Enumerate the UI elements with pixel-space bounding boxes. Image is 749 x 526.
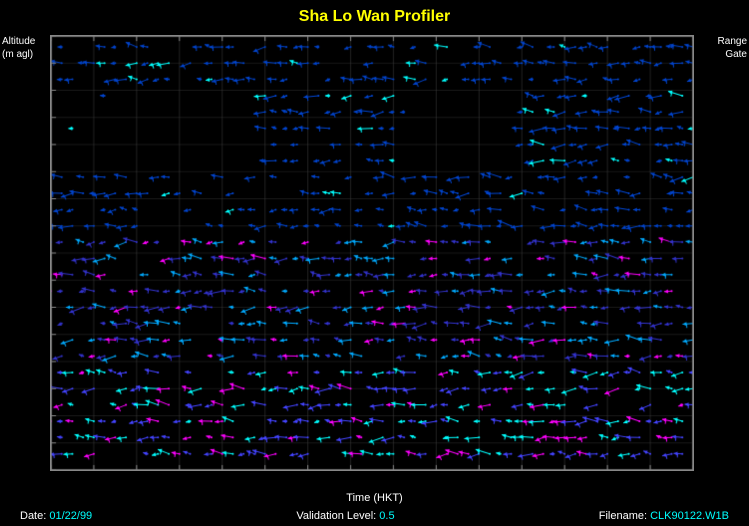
x-axis-title: Time (HKT) bbox=[0, 492, 749, 504]
filename-value: CLK90122.W1B bbox=[650, 510, 729, 522]
validation-label: Validation Level: bbox=[296, 510, 376, 522]
altitude-axis-label: Altitude(m agl) bbox=[2, 35, 35, 61]
date-field: Date: 01/22/99 bbox=[20, 510, 92, 522]
filename-label: Filename: bbox=[599, 510, 647, 522]
main-container: Sha Lo Wan Profiler CLK 60-m Winds Altit… bbox=[0, 0, 749, 526]
date-value: 01/22/99 bbox=[49, 510, 92, 522]
validation-field: Validation Level: 0.5 bbox=[296, 510, 394, 522]
chart-area bbox=[50, 35, 694, 471]
range-gate-axis-label: RangeGate bbox=[718, 35, 747, 61]
wind-plot-canvas bbox=[51, 36, 693, 470]
filename-field: Filename: CLK90122.W1B bbox=[599, 510, 729, 522]
date-label: Date: bbox=[20, 510, 46, 522]
footer: Date: 01/22/99 Validation Level: 0.5 Fil… bbox=[0, 510, 749, 522]
chart-title: Sha Lo Wan Profiler bbox=[0, 8, 749, 26]
validation-value: 0.5 bbox=[379, 510, 394, 522]
